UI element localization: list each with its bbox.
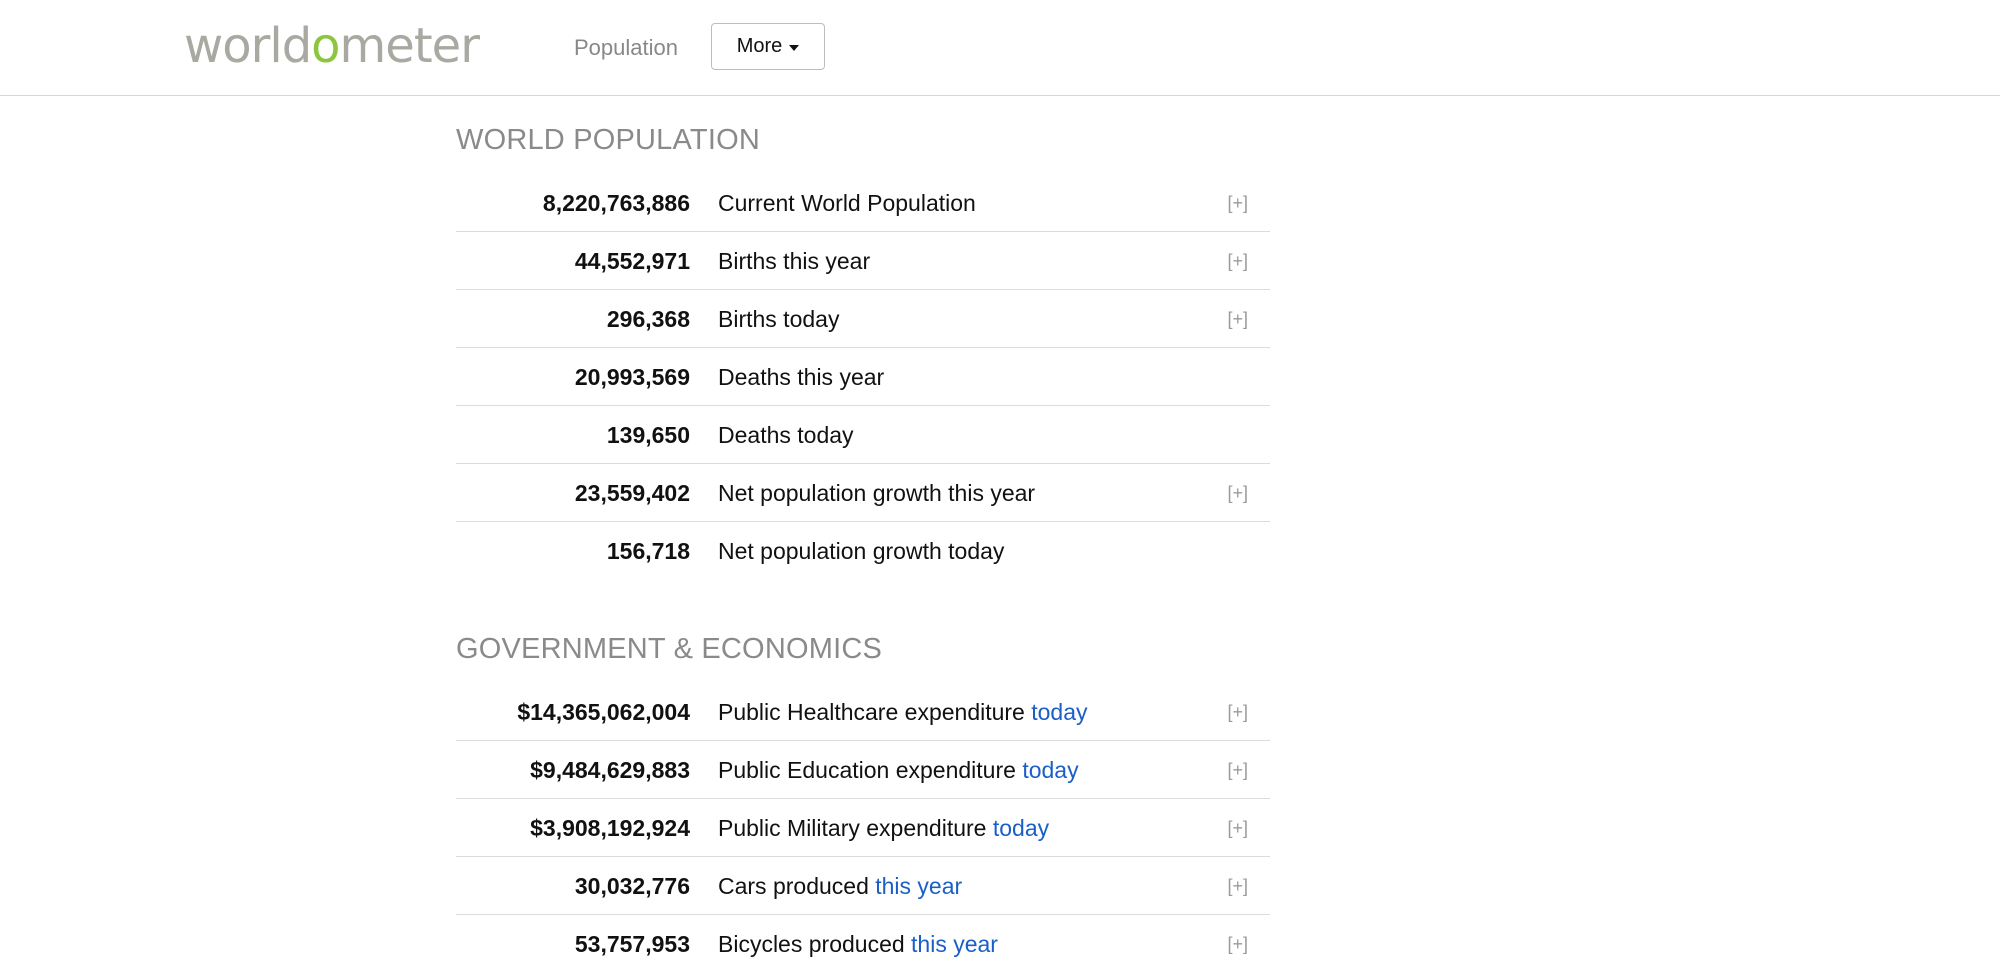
counter-label: Cars produced this year — [718, 873, 963, 899]
section-title-world-population: WORLD POPULATION — [456, 124, 760, 156]
section-title-government-economics: GOVERNMENT & ECONOMICS — [456, 633, 883, 665]
counter-label: Public Military expenditure today — [718, 815, 1050, 841]
counter-row-deaths-year: 20,993,569 Deaths this year — [456, 348, 1270, 406]
counter-label: Deaths this year — [718, 364, 885, 390]
expand-toggle[interactable]: [+] — [1227, 480, 1248, 506]
counter-label: Net population growth this year — [718, 480, 1036, 506]
counter-row-net-growth-today: 156,718 Net population growth today — [456, 522, 1270, 580]
period-link[interactable]: today — [1031, 699, 1087, 725]
period-link[interactable]: today — [1022, 757, 1078, 783]
period-link[interactable]: this year — [911, 931, 998, 957]
period-link[interactable]: this year — [875, 873, 962, 899]
counter-row-healthcare-expenditure: $14,365,062,004 Public Healthcare expend… — [456, 683, 1270, 741]
logo-text-part1: worldo — [184, 18, 341, 74]
counter-label: Public Education expenditure today — [718, 757, 1079, 783]
counter-value: 156,718 — [606, 538, 690, 564]
expand-toggle[interactable]: [+] — [1227, 815, 1248, 841]
counter-label: Current World Population — [718, 190, 976, 216]
expand-toggle[interactable]: [+] — [1227, 248, 1248, 274]
worldometer-logo[interactable]: worldometer — [184, 16, 480, 76]
counter-label: Bicycles produced this year — [718, 931, 998, 957]
logo-text-part2: meter — [339, 18, 480, 74]
counter-row-education-expenditure: $9,484,629,883 Public Education expendit… — [456, 741, 1270, 799]
counter-value: 53,757,953 — [574, 931, 690, 957]
expand-toggle[interactable]: [+] — [1227, 931, 1248, 957]
period-link[interactable]: today — [993, 815, 1049, 841]
counter-value: 296,368 — [606, 306, 690, 332]
counter-value: 139,650 — [606, 422, 690, 448]
counter-value: 20,993,569 — [574, 364, 690, 390]
more-dropdown-button[interactable]: More — [711, 23, 825, 70]
counter-value: 23,559,402 — [574, 480, 690, 506]
counter-value: $3,908,192,924 — [530, 815, 690, 841]
counter-label: Deaths today — [718, 422, 854, 448]
counter-row-current-population: 8,220,763,886 Current World Population [… — [456, 174, 1270, 232]
nav-population-link[interactable]: Population — [574, 33, 678, 63]
counter-row-military-expenditure: $3,908,192,924 Public Military expenditu… — [456, 799, 1270, 857]
counter-row-births-today: 296,368 Births today [+] — [456, 290, 1270, 348]
expand-toggle[interactable]: [+] — [1227, 306, 1248, 332]
expand-toggle[interactable]: [+] — [1227, 873, 1248, 899]
counter-label: Net population growth today — [718, 538, 1005, 564]
counter-label: Births today — [718, 306, 840, 332]
counter-value: $14,365,062,004 — [517, 699, 690, 725]
counter-value: 30,032,776 — [574, 873, 690, 899]
site-header: worldometer Population More — [0, 0, 2000, 96]
counter-label: Public Healthcare expenditure today — [718, 699, 1088, 725]
government-economics-table: $14,365,062,004 Public Healthcare expend… — [456, 683, 1270, 973]
world-population-table: 8,220,763,886 Current World Population [… — [456, 174, 1270, 580]
counter-value: 44,552,971 — [574, 248, 690, 274]
counter-value: 8,220,763,886 — [542, 190, 690, 216]
counter-row-deaths-today: 139,650 Deaths today — [456, 406, 1270, 464]
more-button-label: More — [736, 35, 783, 57]
caret-down-icon — [789, 45, 800, 51]
expand-toggle[interactable]: [+] — [1227, 757, 1248, 783]
counter-row-cars-produced: 30,032,776 Cars produced this year [+] — [456, 857, 1270, 915]
expand-toggle[interactable]: [+] — [1227, 699, 1248, 725]
expand-toggle[interactable]: [+] — [1227, 190, 1248, 216]
counter-value: $9,484,629,883 — [530, 757, 690, 783]
counter-row-births-year: 44,552,971 Births this year [+] — [456, 232, 1270, 290]
counter-row-net-growth-year: 23,559,402 Net population growth this ye… — [456, 464, 1270, 522]
counter-label: Births this year — [718, 248, 871, 274]
counter-row-bicycles-produced: 53,757,953 Bicycles produced this year [… — [456, 915, 1270, 973]
